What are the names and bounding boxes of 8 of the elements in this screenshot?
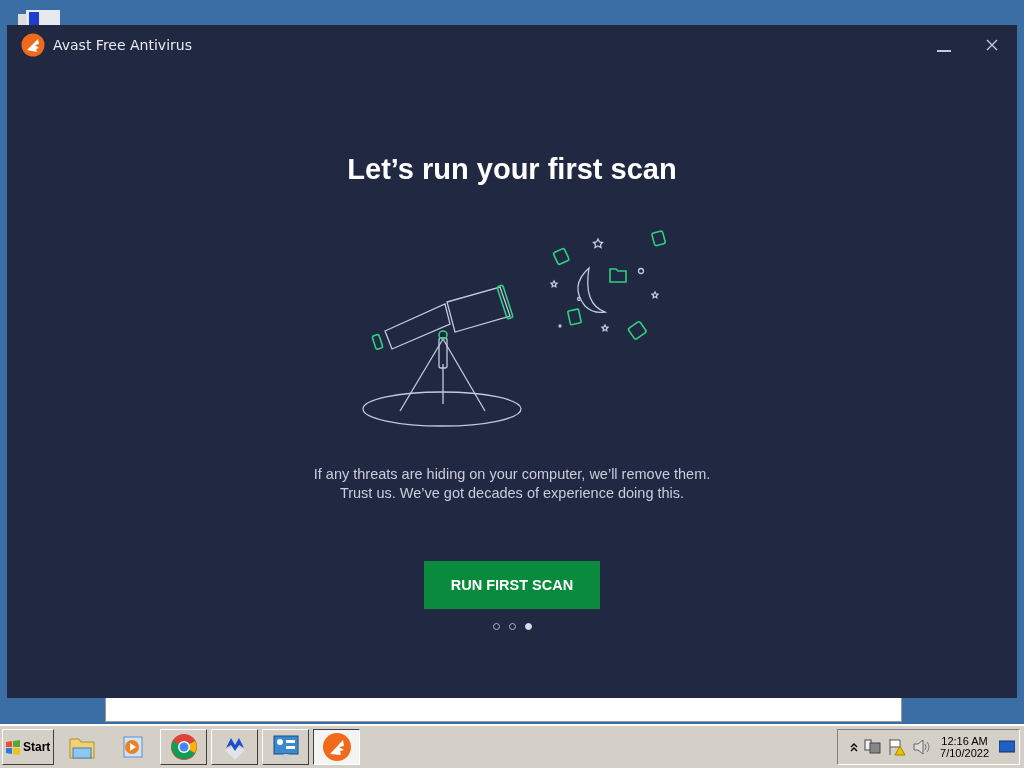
- clock-date[interactable]: 7/10/2022: [940, 747, 989, 759]
- heading: Let’s run your first scan: [347, 153, 677, 186]
- start-button[interactable]: Start: [2, 729, 54, 765]
- clock-time[interactable]: 12:16 AM: [941, 735, 988, 747]
- run-first-scan-button[interactable]: RUN FIRST SCAN: [424, 561, 600, 609]
- window-title: Avast Free Antivirus: [53, 37, 193, 53]
- description-text: Trust us. We’ve got decades of experience doing this.: [339, 485, 685, 501]
- description-text: If any threats are hiding on your computer, we’ll remove them.: [313, 466, 711, 482]
